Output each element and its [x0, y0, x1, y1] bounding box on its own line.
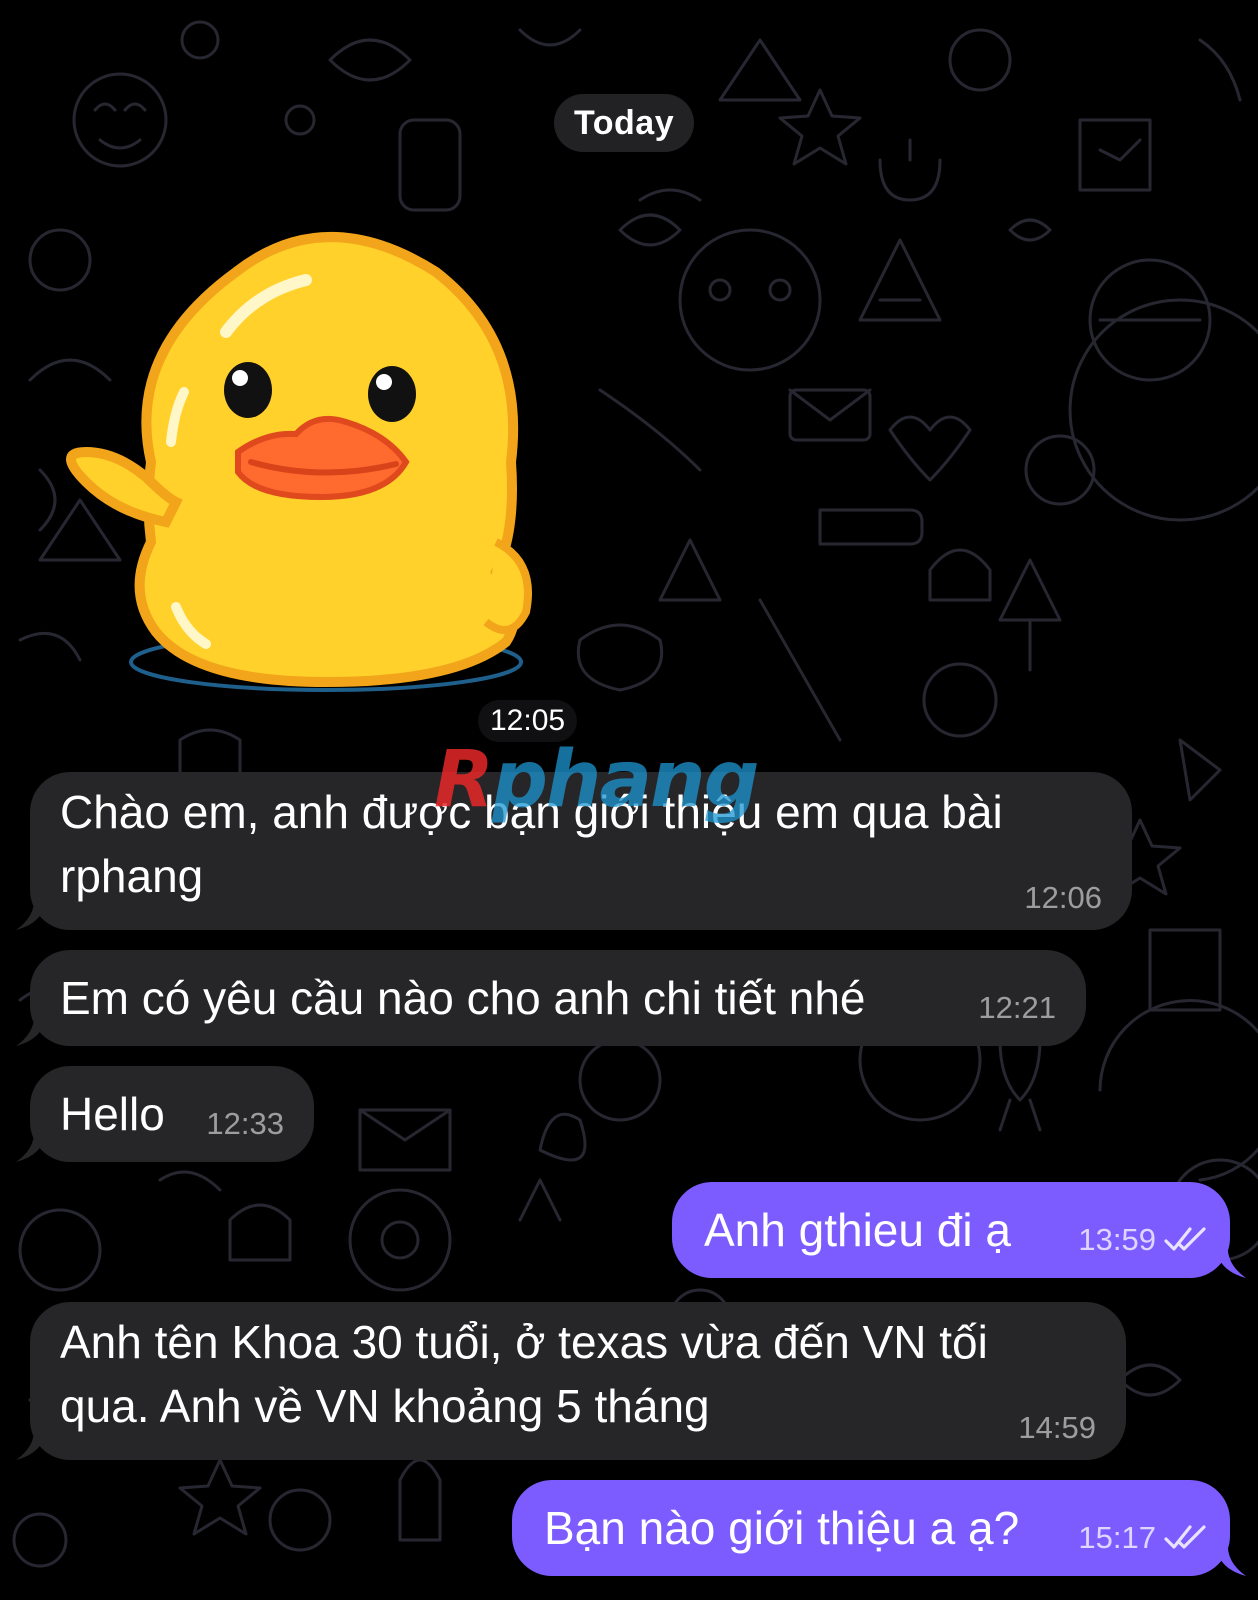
message-incoming[interactable]: Anh tên Khoa 30 tuổi, ở texas vừa đến VN… — [16, 1302, 1126, 1460]
message-text-line: rphang — [60, 850, 204, 902]
bubble-tail — [1216, 1542, 1246, 1576]
watermark-logo: Rphang — [434, 730, 814, 830]
message-text-line: Anh tên Khoa 30 tuổi, ở texas vừa đến VN… — [60, 1316, 988, 1368]
bubble-tail — [16, 1128, 46, 1162]
message-meta: 12:21 — [978, 990, 1056, 1026]
duck-waving-sticker[interactable] — [56, 212, 556, 732]
message-incoming[interactable]: Em có yêu cầu nào cho anh chi tiết nhé 1… — [16, 950, 1086, 1046]
read-double-check-icon — [1164, 1525, 1206, 1549]
message-time: 13:59 — [1078, 1222, 1156, 1257]
message-text: Anh gthieu đi ạ — [704, 1204, 1011, 1256]
message-meta: 14:59 — [1018, 1410, 1096, 1446]
read-double-check-icon — [1164, 1227, 1206, 1251]
bubble-tail — [1216, 1244, 1246, 1278]
bubble-tail — [16, 896, 46, 930]
message-text: Hello — [60, 1088, 165, 1140]
message-time: 12:21 — [978, 990, 1056, 1025]
message-time: 14:59 — [1018, 1410, 1096, 1445]
watermark-text: phang — [492, 735, 759, 825]
message-text: Em có yêu cầu nào cho anh chi tiết nhé — [60, 972, 866, 1024]
watermark-letter: R — [434, 735, 494, 825]
message-text-line: qua. Anh về VN khoảng 5 tháng — [60, 1380, 710, 1432]
message-outgoing[interactable]: Anh gthieu đi ạ 13:59 — [672, 1182, 1246, 1278]
message-meta: 15:17 — [1078, 1520, 1208, 1556]
bubble-tail — [16, 1012, 46, 1046]
message-outgoing[interactable]: Bạn nào giới thiệu a ạ? 15:17 — [512, 1480, 1246, 1576]
message-incoming[interactable]: Hello 12:33 — [16, 1066, 314, 1162]
message-text: Bạn nào giới thiệu a ạ? — [544, 1502, 1020, 1554]
date-separator: Today — [554, 94, 695, 152]
message-time: 12:06 — [1024, 880, 1102, 915]
bubble-tail — [16, 1426, 46, 1460]
message-meta: 12:06 — [1024, 880, 1102, 916]
message-time: 15:17 — [1078, 1520, 1156, 1555]
message-meta: 12:33 — [206, 1106, 284, 1142]
message-time: 12:33 — [206, 1106, 284, 1141]
message-meta: 13:59 — [1078, 1222, 1208, 1258]
